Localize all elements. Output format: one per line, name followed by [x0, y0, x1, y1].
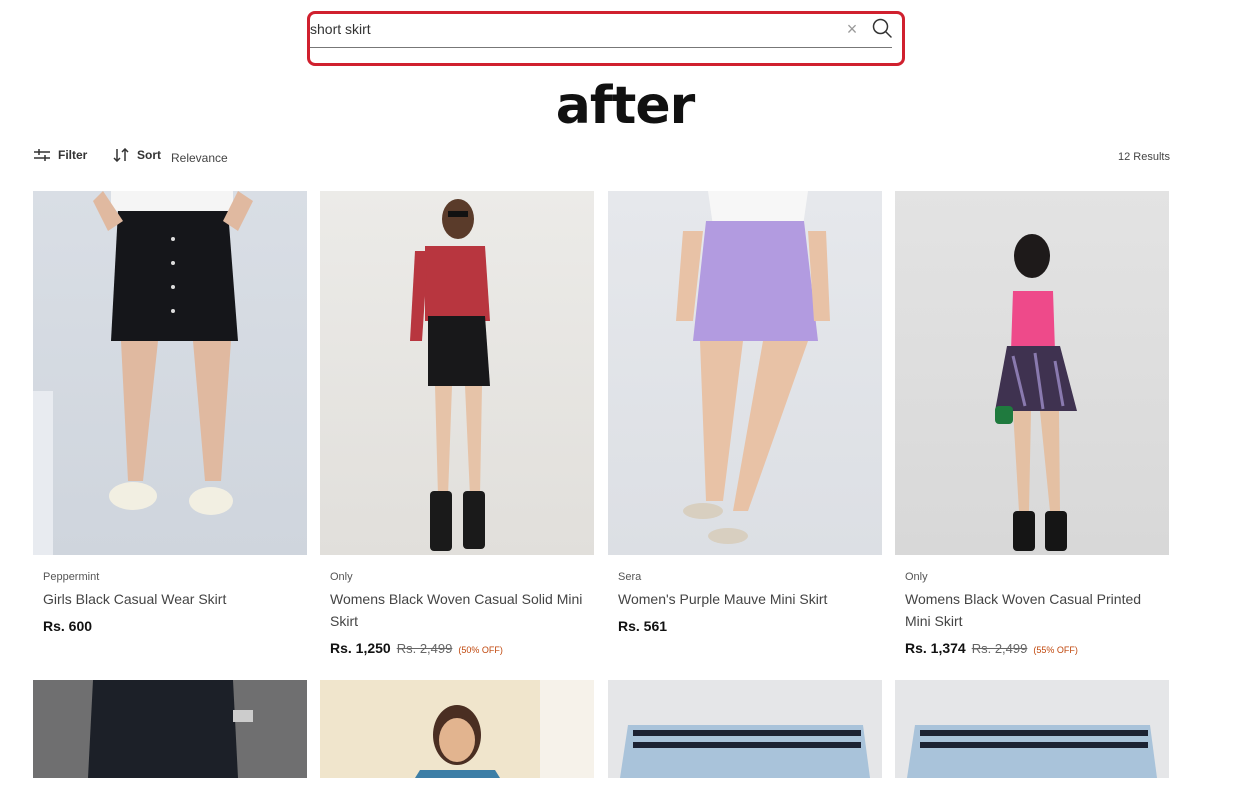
filter-button[interactable]: Filter — [34, 148, 87, 162]
product-name[interactable]: Girls Black Casual Wear Skirt — [43, 588, 307, 610]
sort-label: Sort — [137, 148, 161, 162]
product-name[interactable]: Women's Purple Mauve Mini Skirt — [618, 588, 882, 610]
product-price: Rs. 1,374 — [905, 640, 966, 656]
product-brand: Peppermint — [43, 571, 100, 583]
product-image[interactable] — [320, 680, 594, 778]
product-image[interactable] — [608, 680, 882, 778]
product-card[interactable]: Peppermint Girls Black Casual Wear Skirt… — [33, 191, 307, 634]
results-count: 12 Results — [1118, 151, 1170, 163]
product-card[interactable]: Sera Women's Purple Mauve Mini Skirt Rs.… — [608, 191, 882, 634]
product-brand: Sera — [618, 571, 642, 583]
price-row: Rs. 1,250 Rs. 2,499 (50% OFF) — [330, 640, 594, 656]
product-card[interactable] — [320, 680, 594, 778]
product-discount: (50% OFF) — [458, 645, 503, 655]
product-card[interactable] — [33, 680, 307, 778]
product-card[interactable] — [895, 680, 1169, 778]
product-card[interactable] — [608, 680, 882, 778]
product-discount: (55% OFF) — [1033, 645, 1078, 655]
sort-button[interactable]: Sort — [113, 148, 161, 162]
product-name[interactable]: Womens Black Woven Casual Printed Mini S… — [905, 588, 1169, 632]
product-mrp: Rs. 2,499 — [396, 641, 453, 656]
product-image[interactable] — [895, 680, 1169, 778]
product-price: Rs. 1,250 — [330, 640, 391, 656]
product-card[interactable]: Only Womens Black Woven Casual Printed M… — [895, 191, 1169, 656]
price-row: Rs. 600 — [43, 618, 307, 634]
product-brand: Only — [330, 571, 353, 583]
product-image[interactable] — [608, 191, 882, 555]
product-image[interactable] — [33, 680, 307, 778]
sort-value[interactable]: Relevance — [171, 151, 228, 165]
search-highlight-box — [307, 11, 905, 66]
annotation-label: after — [555, 76, 695, 136]
product-price: Rs. 561 — [618, 618, 668, 634]
toolbar: Filter Sort Relevance 12 Results — [34, 148, 1170, 168]
sort-icon — [113, 148, 129, 162]
product-price: Rs. 600 — [43, 618, 93, 634]
filter-icon — [34, 149, 50, 161]
product-image[interactable] — [33, 191, 307, 555]
product-mrp: Rs. 2,499 — [971, 641, 1028, 656]
product-card[interactable]: Only Womens Black Woven Casual Solid Min… — [320, 191, 594, 656]
price-row: Rs. 1,374 Rs. 2,499 (55% OFF) — [905, 640, 1169, 656]
product-name[interactable]: Womens Black Woven Casual Solid Mini Ski… — [330, 588, 594, 632]
filter-label: Filter — [58, 148, 88, 162]
price-row: Rs. 561 — [618, 618, 882, 634]
product-image[interactable] — [895, 191, 1169, 555]
product-image[interactable] — [320, 191, 594, 555]
product-brand: Only — [905, 571, 928, 583]
